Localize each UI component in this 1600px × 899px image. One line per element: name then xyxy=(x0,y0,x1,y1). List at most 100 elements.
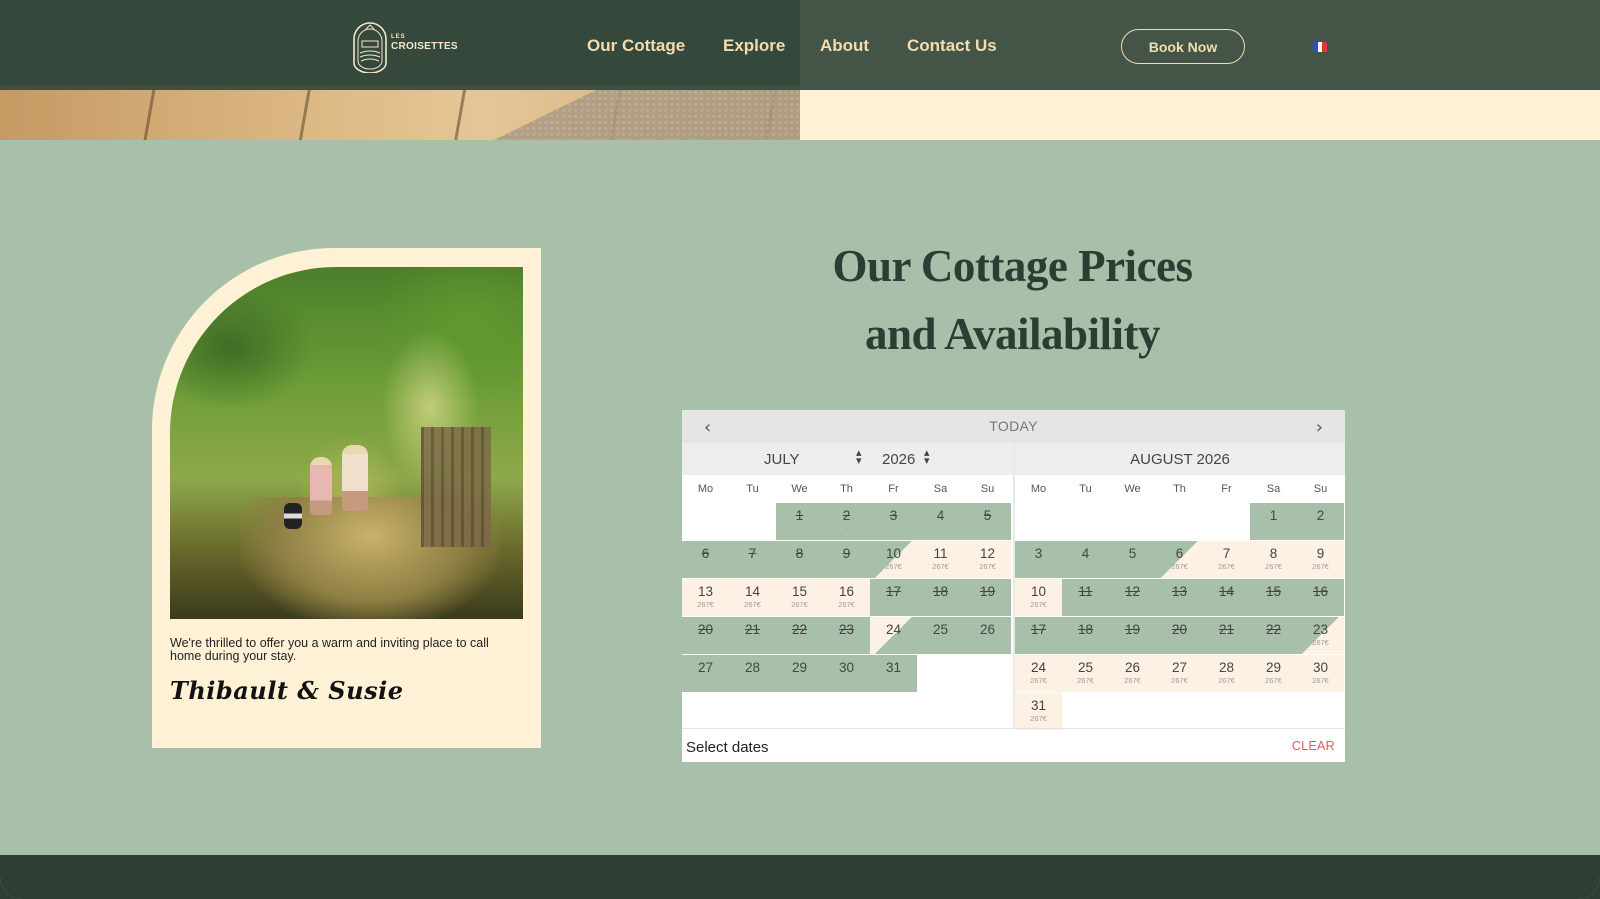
day-price: - xyxy=(798,524,801,533)
day-cell[interactable]: 10 267€ xyxy=(1015,579,1062,616)
nav-our-cottage[interactable]: Our Cottage xyxy=(587,36,685,56)
day-number: 13 xyxy=(1171,584,1188,599)
day-cell[interactable]: 21- xyxy=(729,617,776,654)
day-cell[interactable]: 11- xyxy=(1062,579,1109,616)
day-cell[interactable]: 3- xyxy=(870,503,917,540)
day-cell[interactable]: 13- xyxy=(1156,579,1203,616)
day-cell[interactable]: 15 267€ xyxy=(776,579,823,616)
day-number: 17 xyxy=(885,584,902,599)
day-cell[interactable]: 27 xyxy=(682,655,729,692)
day-cell[interactable]: 17- xyxy=(1015,617,1062,654)
day-cell[interactable]: 19- xyxy=(964,579,1011,616)
day-cell[interactable]: 2- xyxy=(823,503,870,540)
day-cell[interactable]: 20- xyxy=(1156,617,1203,654)
day-number: 7 xyxy=(1222,546,1231,561)
day-cell[interactable]: 30 xyxy=(823,655,870,692)
day-cell[interactable]: 13 267€ xyxy=(682,579,729,616)
day-cell[interactable]: 16- xyxy=(1297,579,1344,616)
day-cell[interactable]: 25 267€ xyxy=(1062,655,1109,692)
day-cell[interactable]: 24- xyxy=(870,617,917,654)
day-cell[interactable]: 11 267€ xyxy=(917,541,964,578)
day-number: 8 xyxy=(1269,546,1278,561)
today-button[interactable]: TODAY xyxy=(682,418,1345,434)
day-cell[interactable]: 21- xyxy=(1203,617,1250,654)
day-cell[interactable]: 25 xyxy=(917,617,964,654)
day-cell[interactable]: 18- xyxy=(917,579,964,616)
day-cell[interactable]: 28 xyxy=(729,655,776,692)
month-updown-icon[interactable]: ▴ ▾ xyxy=(856,447,862,466)
day-cell[interactable]: 9- xyxy=(823,541,870,578)
next-month-icon[interactable]: › xyxy=(1316,417,1323,438)
day-cell[interactable]: 8 267€ xyxy=(1250,541,1297,578)
nav-explore[interactable]: Explore xyxy=(723,36,785,56)
day-cell[interactable]: 1 xyxy=(1250,503,1297,540)
day-cell[interactable]: 22- xyxy=(1250,617,1297,654)
day-price: - xyxy=(704,562,707,571)
fr-flag-icon[interactable] xyxy=(1313,42,1328,52)
day-cell[interactable]: 20- xyxy=(682,617,729,654)
month-select[interactable]: JULY xyxy=(764,451,800,468)
day-cell[interactable]: 14- xyxy=(1203,579,1250,616)
weekday-label: Th xyxy=(840,483,853,495)
day-number: 13 xyxy=(697,584,714,599)
day-cell[interactable]: 30 267€ xyxy=(1297,655,1344,692)
day-cell[interactable]: 29 xyxy=(776,655,823,692)
weekday-label: Fr xyxy=(888,483,899,495)
logo-icon[interactable] xyxy=(352,17,388,73)
day-cell[interactable]: 31 xyxy=(870,655,917,692)
day-cell[interactable]: 29 267€ xyxy=(1250,655,1297,692)
day-cell[interactable]: 4 xyxy=(1062,541,1109,578)
day-number: 11 xyxy=(933,546,948,561)
day-cell[interactable]: 26 xyxy=(964,617,1011,654)
day-cell[interactable]: 1- xyxy=(776,503,823,540)
day-cell[interactable]: 3 xyxy=(1015,541,1062,578)
nav-about[interactable]: About xyxy=(820,36,869,56)
logo-wordmark[interactable]: LES CROISETTES xyxy=(391,34,458,52)
signature: Thibault & Susie xyxy=(170,676,404,705)
day-cell[interactable]: 6 267€ xyxy=(1156,541,1203,578)
day-cell[interactable]: 12 267€ xyxy=(964,541,1011,578)
weekday-label: Mo xyxy=(697,483,714,495)
year-updown-icon[interactable]: ▴ ▾ xyxy=(924,447,930,466)
day-cell[interactable]: 19- xyxy=(1109,617,1156,654)
day-cell[interactable]: 5- xyxy=(964,503,1011,540)
day-cell[interactable]: 31 267€ xyxy=(1015,693,1062,730)
day-cell[interactable]: 7- xyxy=(729,541,776,578)
day-price: - xyxy=(1084,600,1087,609)
day-number: 9 xyxy=(1316,546,1325,561)
day-cell[interactable]: 22- xyxy=(776,617,823,654)
day-number: 3 xyxy=(889,508,898,523)
day-cell[interactable]: 28 267€ xyxy=(1203,655,1250,692)
day-cell[interactable]: 17- xyxy=(870,579,917,616)
day-price: - xyxy=(892,600,895,609)
day-cell[interactable]: 7 267€ xyxy=(1203,541,1250,578)
day-number: 8 xyxy=(795,546,804,561)
day-price: - xyxy=(986,600,989,609)
day-price: 267€ xyxy=(932,562,949,571)
day-cell[interactable]: 6- xyxy=(682,541,729,578)
day-cell[interactable]: 18- xyxy=(1062,617,1109,654)
day-cell[interactable]: 23 267€ xyxy=(1297,617,1344,654)
book-now-button[interactable]: Book Now xyxy=(1121,29,1245,64)
clear-button[interactable]: CLEAR xyxy=(1292,739,1335,753)
day-cell[interactable]: 9 267€ xyxy=(1297,541,1344,578)
day-cell[interactable]: 16 267€ xyxy=(823,579,870,616)
day-cell[interactable]: 15- xyxy=(1250,579,1297,616)
day-cell[interactable]: 10 267€ xyxy=(870,541,917,578)
day-number: 29 xyxy=(791,660,808,675)
day-cell[interactable]: 12- xyxy=(1109,579,1156,616)
day-number: 1 xyxy=(1269,508,1278,523)
day-cell[interactable]: 8- xyxy=(776,541,823,578)
day-cell[interactable]: 26 267€ xyxy=(1109,655,1156,692)
day-number: 9 xyxy=(842,546,851,561)
day-cell[interactable]: 5 xyxy=(1109,541,1156,578)
day-cell[interactable]: 14 267€ xyxy=(729,579,776,616)
nav-contact-us[interactable]: Contact Us xyxy=(907,36,997,56)
day-cell[interactable]: 27 267€ xyxy=(1156,655,1203,692)
day-cell[interactable]: 23- xyxy=(823,617,870,654)
day-cell[interactable]: 2 xyxy=(1297,503,1344,540)
day-number: 4 xyxy=(936,508,945,523)
day-cell[interactable]: 24 267€ xyxy=(1015,655,1062,692)
year-select[interactable]: 2026 xyxy=(882,451,915,468)
day-cell[interactable]: 4 xyxy=(917,503,964,540)
